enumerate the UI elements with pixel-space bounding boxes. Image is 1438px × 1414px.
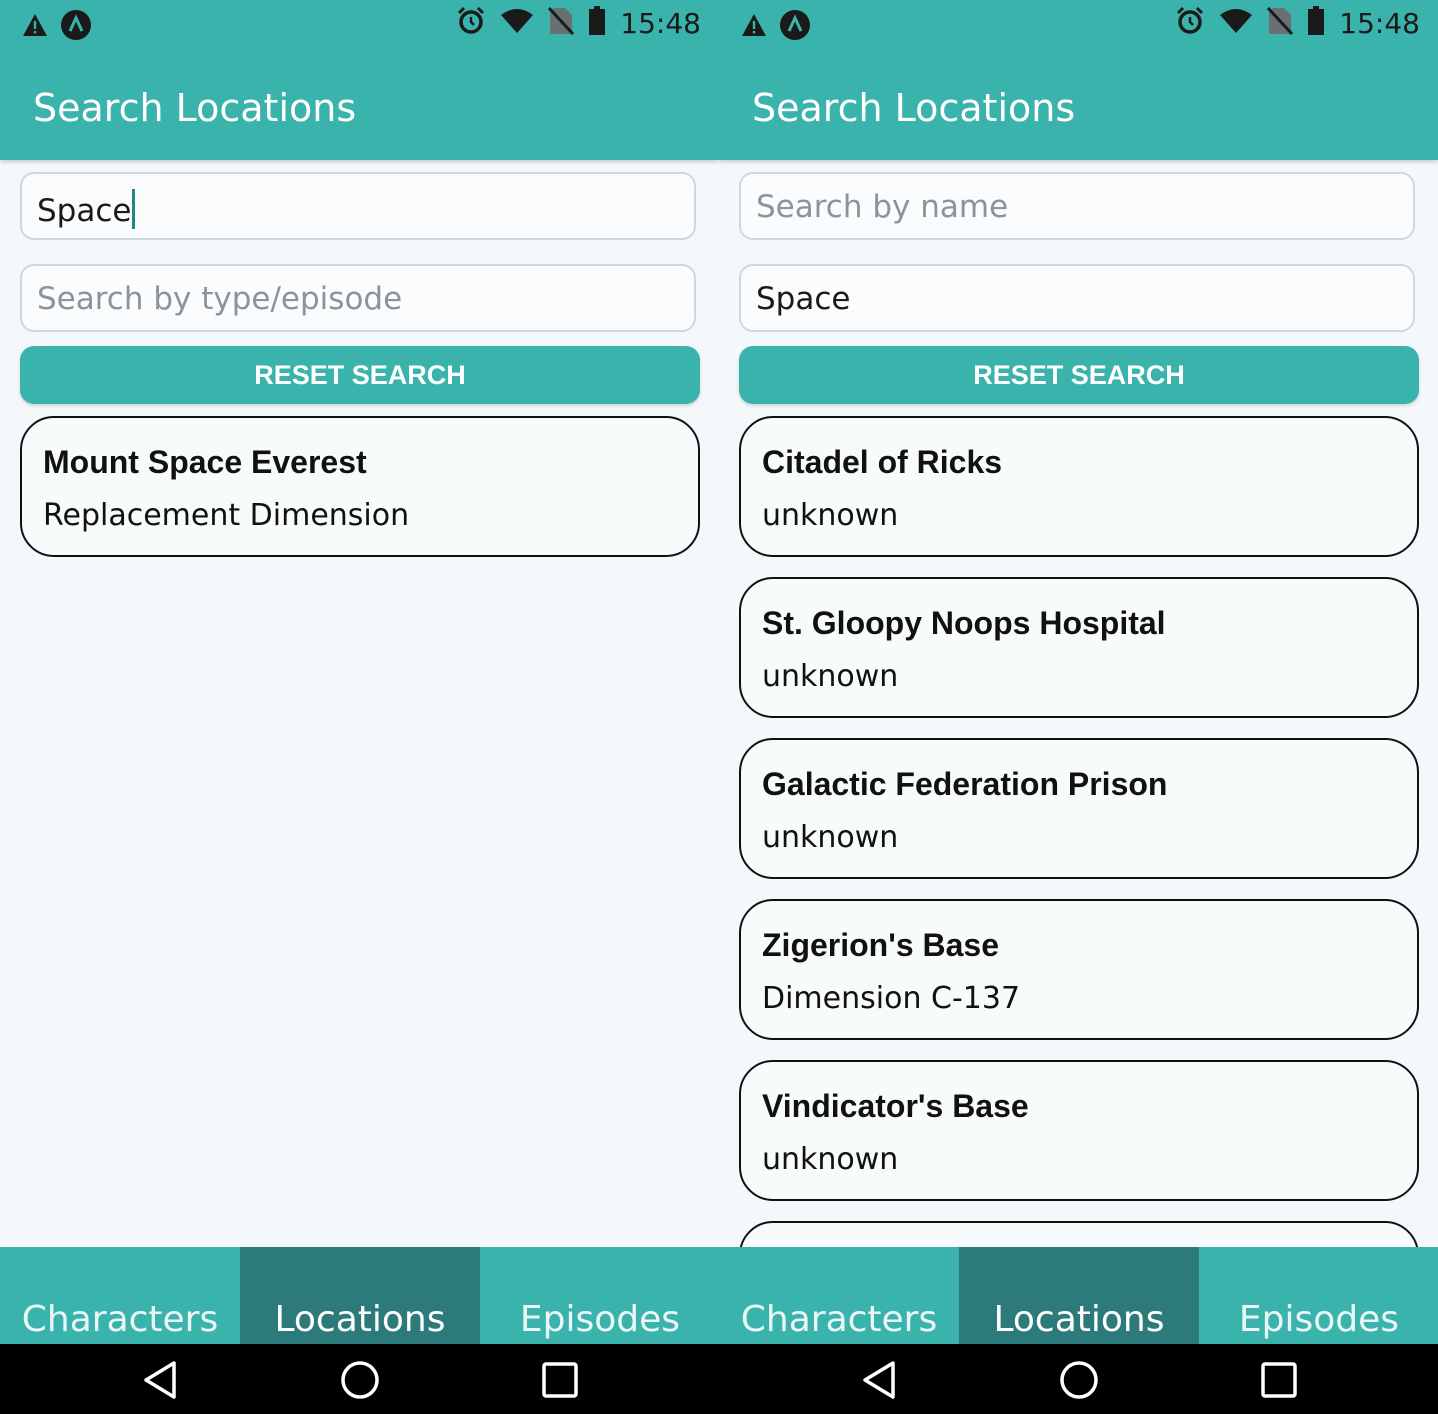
- page-title: Search Locations: [752, 86, 1076, 130]
- system-nav-bar: [0, 1344, 719, 1414]
- bottom-tab-bar: Characters Locations Episodes: [0, 1247, 719, 1344]
- tab-episodes[interactable]: Episodes: [1199, 1247, 1438, 1344]
- location-name: Citadel of Ricks: [762, 444, 1003, 480]
- status-bar: 15:48: [719, 0, 1438, 50]
- app-bar: Search Locations: [0, 50, 719, 160]
- tab-label: Characters: [740, 1299, 938, 1340]
- tab-label: Episodes: [519, 1299, 681, 1340]
- phone-screen-left: 15:48 Search Locations Space Search by t…: [0, 0, 719, 1414]
- wifi-icon: [1219, 8, 1253, 39]
- location-card[interactable]: Galactic Federation Prison unknown: [739, 738, 1419, 879]
- type-search-placeholder: Search by type/episode: [37, 281, 403, 317]
- location-card[interactable]: Zigerion's Base Dimension C-137: [739, 899, 1419, 1040]
- tab-locations[interactable]: Locations: [240, 1247, 480, 1344]
- app-bar: Search Locations: [719, 50, 1438, 160]
- app-notification-icon: [60, 9, 92, 46]
- system-nav-bar: [719, 1344, 1438, 1414]
- home-icon[interactable]: [1049, 1356, 1109, 1404]
- page-title: Search Locations: [33, 86, 357, 130]
- location-card[interactable]: Citadel of Ricks unknown: [739, 416, 1419, 557]
- name-search-input[interactable]: Space: [20, 172, 696, 240]
- location-name: Vindicator's Base: [762, 1088, 1029, 1124]
- bottom-tab-bar: Characters Locations Episodes: [719, 1247, 1438, 1344]
- tab-characters[interactable]: Characters: [719, 1247, 959, 1344]
- location-name: St. Gloopy Noops Hospital: [762, 605, 1166, 641]
- wifi-icon: [500, 8, 534, 39]
- location-card[interactable]: Vindicator's Base unknown: [739, 1060, 1419, 1201]
- status-time: 15:48: [1339, 7, 1420, 40]
- reset-search-button[interactable]: RESET SEARCH: [739, 346, 1419, 404]
- no-sim-icon: [548, 6, 575, 41]
- back-icon[interactable]: [849, 1356, 909, 1404]
- type-search-input[interactable]: Search by type/episode: [20, 264, 696, 332]
- tab-episodes[interactable]: Episodes: [480, 1247, 719, 1344]
- recents-icon[interactable]: [530, 1356, 590, 1404]
- location-dimension: Replacement Dimension: [43, 498, 410, 533]
- tab-label: Characters: [21, 1299, 219, 1340]
- warning-icon: [22, 13, 48, 42]
- type-search-value: Space: [756, 281, 851, 317]
- recents-icon[interactable]: [1249, 1356, 1309, 1404]
- status-time: 15:48: [620, 7, 701, 40]
- location-dimension: Dimension C-137: [762, 981, 1021, 1016]
- phone-screen-right: 15:48 Search Locations Search by name Sp…: [719, 0, 1438, 1414]
- status-bar: 15:48: [0, 0, 719, 50]
- battery-icon: [1307, 6, 1325, 41]
- location-dimension: unknown: [762, 820, 899, 855]
- type-search-input[interactable]: Space: [739, 264, 1415, 332]
- location-name: Zigerion's Base: [762, 927, 1000, 963]
- home-icon[interactable]: [330, 1356, 390, 1404]
- tab-characters[interactable]: Characters: [0, 1247, 240, 1344]
- alarm-icon: [1175, 6, 1205, 41]
- location-card[interactable]: Mount Space Everest Replacement Dimensio…: [20, 416, 700, 557]
- name-search-placeholder: Search by name: [756, 189, 1009, 225]
- tab-label: Episodes: [1238, 1299, 1400, 1340]
- alarm-icon: [456, 6, 486, 41]
- app-notification-icon: [779, 9, 811, 46]
- name-search-input[interactable]: Search by name: [739, 172, 1415, 240]
- location-card[interactable]: St. Gloopy Noops Hospital unknown: [739, 577, 1419, 718]
- location-dimension: unknown: [762, 1142, 899, 1177]
- location-name: Mount Space Everest: [43, 444, 367, 480]
- tab-label: Locations: [274, 1299, 446, 1340]
- location-name: Galactic Federation Prison: [762, 766, 1168, 802]
- tab-locations[interactable]: Locations: [959, 1247, 1199, 1344]
- back-icon[interactable]: [130, 1356, 190, 1404]
- text-cursor: [132, 189, 136, 229]
- reset-search-button[interactable]: RESET SEARCH: [20, 346, 700, 404]
- warning-icon: [741, 13, 767, 42]
- tab-label: Locations: [993, 1299, 1165, 1340]
- location-dimension: unknown: [762, 659, 899, 694]
- location-dimension: unknown: [762, 498, 899, 533]
- name-search-value: Space: [37, 189, 136, 229]
- battery-icon: [588, 6, 606, 41]
- no-sim-icon: [1267, 6, 1294, 41]
